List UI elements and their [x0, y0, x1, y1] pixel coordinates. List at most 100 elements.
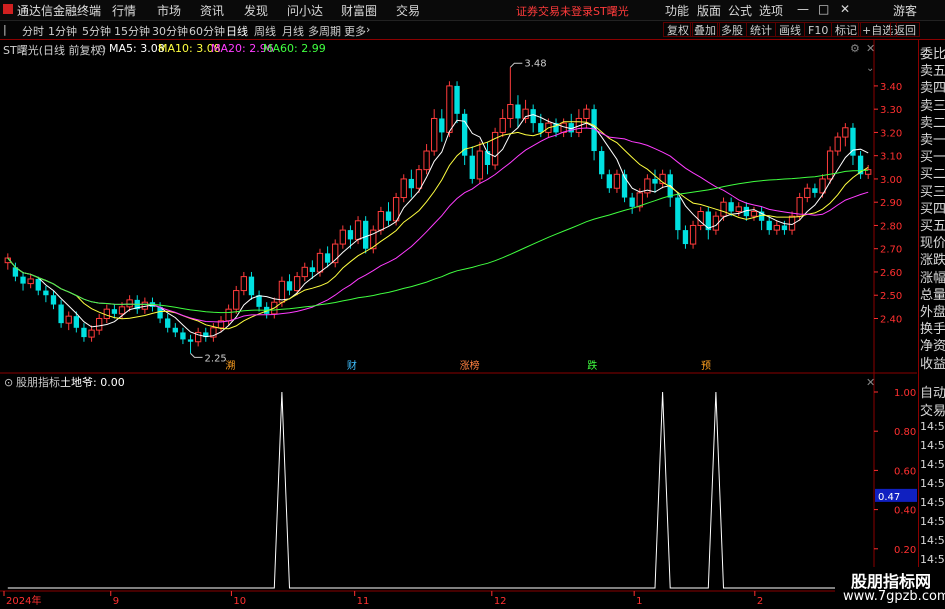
- indicator-tick-label: 0.40: [894, 506, 916, 517]
- menu-caifuquan[interactable]: 财富圈: [341, 2, 377, 19]
- quote-label: 总量: [920, 287, 945, 303]
- tick-time: 14:54: [920, 458, 945, 471]
- menu-gongneng[interactable]: 功能: [665, 2, 689, 19]
- indicator-value: 土地爷: 0.00: [60, 375, 125, 389]
- period-1min[interactable]: 1分钟: [48, 23, 77, 39]
- maximize-icon[interactable]: □: [818, 2, 829, 16]
- candle-body-up: [834, 136, 841, 152]
- candle-body-down: [408, 178, 415, 189]
- candle-body-down: [172, 327, 178, 333]
- info-gear-icon[interactable]: ⊙: [97, 42, 106, 55]
- price-tick-label: 2.90: [880, 198, 902, 209]
- candle-body-down: [682, 230, 689, 245]
- candle-body-down: [111, 309, 118, 314]
- period-15min[interactable]: 15分钟: [114, 23, 150, 39]
- candle-body-down: [165, 318, 171, 328]
- candle-body-up: [88, 329, 95, 338]
- guest-user[interactable]: 游客: [893, 2, 917, 19]
- menu-shichang[interactable]: 市场: [157, 2, 181, 19]
- app-logo-icon: [3, 4, 13, 14]
- candle-body-down: [812, 188, 818, 193]
- date-tick-label: 2: [757, 596, 763, 607]
- btn-biaoji[interactable]: 标记: [831, 22, 861, 37]
- indicator-gear-icon[interactable]: ⊙: [4, 376, 13, 389]
- period-daily[interactable]: 日线: [226, 23, 248, 39]
- period-fenshi[interactable]: 分时: [22, 23, 44, 39]
- menu-hangqing[interactable]: 行情: [112, 2, 136, 19]
- quote-label: 换手: [920, 322, 945, 338]
- menu-gongshi[interactable]: 公式: [728, 2, 752, 19]
- quote-label: 收益: [920, 356, 945, 372]
- btn-huaxian[interactable]: 画线: [775, 22, 805, 37]
- candle-body-up: [126, 299, 133, 308]
- tick-time: 14:56: [920, 534, 945, 547]
- period-multi[interactable]: 多周期: [308, 23, 341, 39]
- price-tick-label: 2.60: [880, 268, 902, 279]
- candle-body-up: [377, 211, 385, 231]
- candle-body-up: [301, 266, 308, 278]
- period-weekly[interactable]: 周线: [254, 23, 276, 39]
- candle-body-up: [720, 201, 727, 217]
- period-30min[interactable]: 30分钟: [152, 23, 188, 39]
- close-icon[interactable]: ✕: [840, 2, 850, 16]
- period-5min[interactable]: 5分钟: [82, 23, 111, 39]
- candle-body-up: [689, 224, 697, 245]
- candle-body-up: [118, 306, 126, 315]
- quote-label: 净资: [920, 339, 945, 355]
- kline-chart[interactable]: 3.40 3.30 3.20 3.10 3.00 2.90 2.80 2.70 2.60 2.50…: [0, 40, 918, 609]
- candle-body-up: [103, 308, 110, 319]
- candle-body-down: [363, 220, 369, 249]
- btn-diejia[interactable]: 叠加: [690, 22, 720, 37]
- btn-fuquan[interactable]: 复权: [663, 22, 693, 37]
- chevron-right-icon[interactable]: ›: [366, 23, 370, 36]
- candle-body-down: [50, 295, 57, 305]
- candle-body-up: [423, 150, 430, 171]
- candle-body-up: [96, 317, 103, 331]
- candle-body-down: [439, 118, 445, 133]
- candle-body-up: [415, 169, 423, 189]
- price-tick-label: 2.40: [880, 314, 902, 325]
- menu-wenxiaoda[interactable]: 问小达: [287, 2, 323, 19]
- quote-label: 卖一: [920, 133, 945, 148]
- event-marker: 涨榜: [460, 359, 480, 372]
- pane-collapse-icon[interactable]: ⌄: [866, 63, 874, 74]
- candle-body-up: [354, 220, 362, 240]
- indicator-tick-label: 0.60: [894, 466, 916, 477]
- candle-body-up: [27, 278, 34, 285]
- quote-label: 买一: [920, 150, 945, 166]
- minimize-icon[interactable]: —: [797, 2, 809, 16]
- menu-jiaoyi[interactable]: 交易: [396, 2, 420, 19]
- tick-time: 14:53: [920, 420, 945, 433]
- menu-banmian[interactable]: 版面: [697, 2, 721, 19]
- candle-body-down: [347, 230, 354, 240]
- login-alert[interactable]: 证券交易未登录: [516, 3, 593, 19]
- menu-faxian[interactable]: 发现: [244, 2, 268, 19]
- stock-title: ST曙光: [593, 5, 629, 18]
- tick-time: 14:54: [920, 477, 945, 490]
- period-60min[interactable]: 60分钟: [189, 23, 225, 39]
- indicator-pane-close-icon[interactable]: ✕: [866, 376, 875, 389]
- candle-body-down: [454, 85, 460, 114]
- btn-f10[interactable]: F10: [804, 22, 833, 37]
- date-tick-label: 10: [233, 596, 246, 607]
- candle-body-up: [613, 173, 621, 189]
- btn-tongji[interactable]: 统计: [746, 22, 776, 37]
- event-marker: 财: [347, 359, 357, 372]
- indicator-name[interactable]: 股朋指标: [16, 375, 60, 389]
- watermark-url: www.7gpzb.com: [843, 589, 945, 604]
- quote-label: 现价: [920, 236, 945, 252]
- btn-duogu[interactable]: 多股: [717, 22, 747, 37]
- candle-body-down: [629, 197, 635, 207]
- period-more[interactable]: 更多: [344, 23, 366, 39]
- candle-body-up: [293, 276, 301, 292]
- candle-body-down: [286, 281, 293, 291]
- btn-fanhui[interactable]: 返回: [890, 22, 920, 37]
- menu-xuanxiang[interactable]: 选项: [759, 2, 783, 19]
- candle-body-down: [256, 295, 262, 307]
- price-tick-label: 3.20: [880, 128, 902, 139]
- menu-zixun[interactable]: 资讯: [200, 2, 224, 19]
- candle-body-down: [73, 316, 79, 328]
- period-monthly[interactable]: 月线: [282, 23, 304, 39]
- candle-body-up: [240, 276, 248, 292]
- candle-body-down: [652, 178, 658, 184]
